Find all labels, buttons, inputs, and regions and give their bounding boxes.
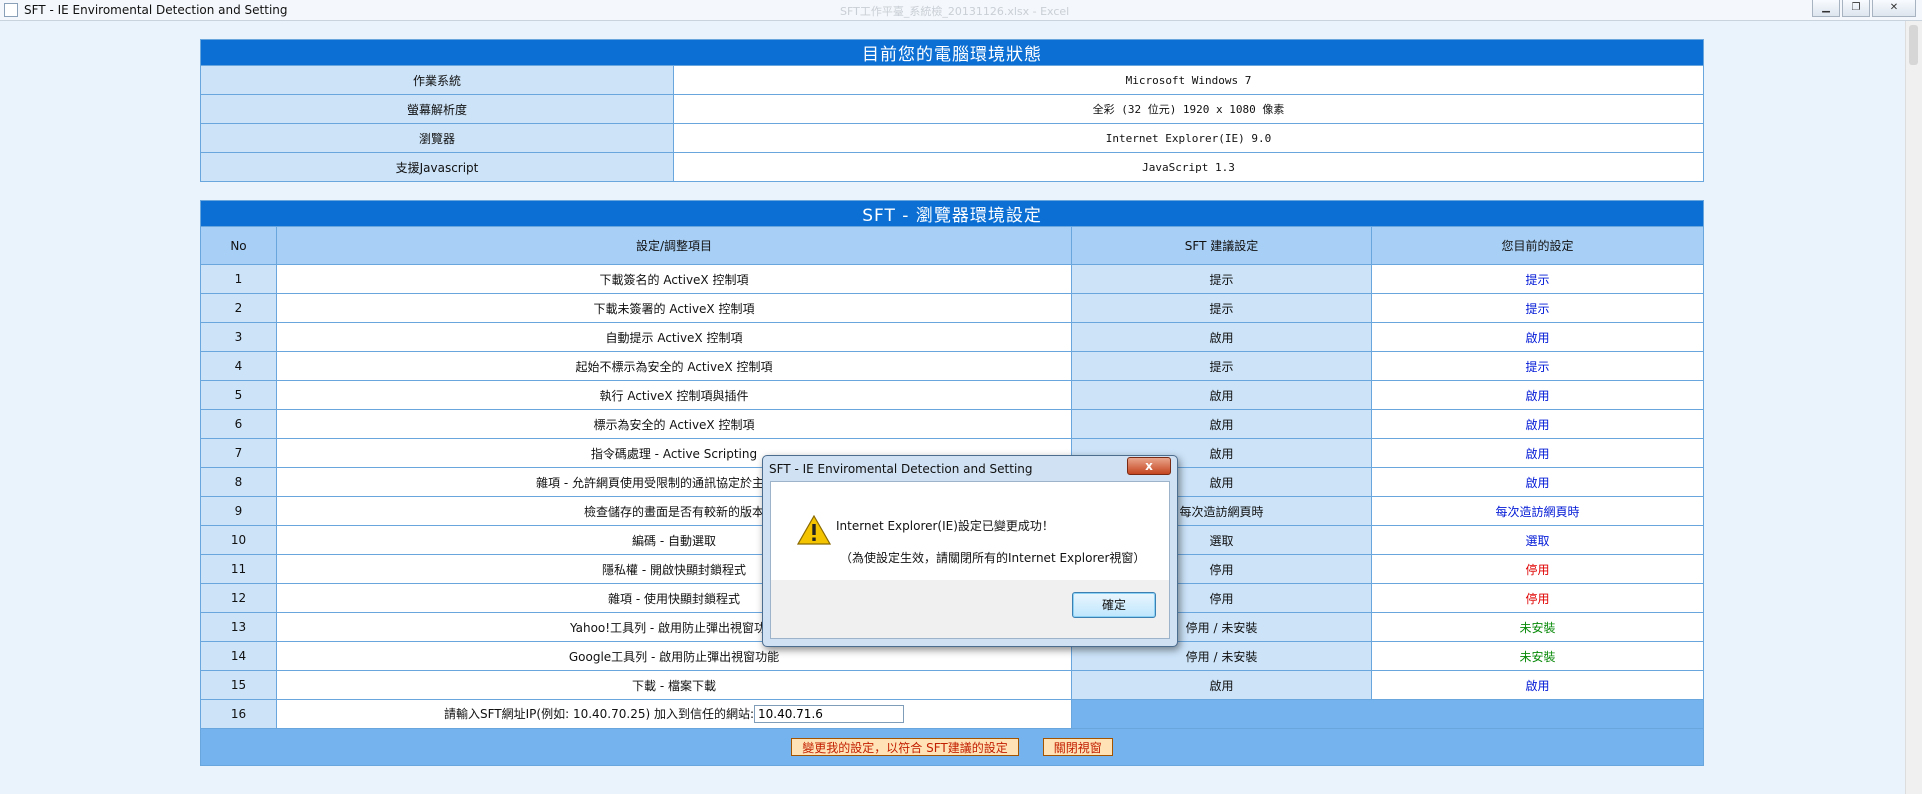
setting-suggested: 啟用 [1071, 380, 1372, 410]
environment-row: 瀏覽器 Internet Explorer(IE) 9.0 [200, 123, 1704, 153]
setting-item: 標示為安全的 ActiveX 控制項 [276, 409, 1072, 439]
setting-number: 13 [200, 612, 277, 642]
setting-item: 執行 ActiveX 控制項與插件 [276, 380, 1072, 410]
window-title: SFT - IE Enviromental Detection and Sett… [24, 3, 288, 17]
setting-number: 5 [200, 380, 277, 410]
setting-suggested: 啟用 [1071, 409, 1372, 439]
environment-row: 作業系統 Microsoft Windows 7 [200, 65, 1704, 95]
environment-row: 螢幕解析度 全彩 (32 位元) 1920 x 1080 像素 [200, 94, 1704, 124]
environment-label: 螢幕解析度 [200, 94, 674, 124]
warning-icon [797, 515, 831, 545]
setting-number: 2 [200, 293, 277, 323]
setting-number: 10 [200, 525, 277, 555]
setting-current: 未安裝 [1370, 641, 1705, 671]
setting-item: 起始不標示為安全的 ActiveX 控制項 [276, 351, 1072, 381]
environment-label: 作業系統 [200, 65, 674, 95]
setting-current: 啟用 [1370, 670, 1705, 700]
setting-number: 1 [200, 264, 277, 294]
environment-heading: 目前您的電腦環境狀態 [200, 39, 1704, 66]
trusted-site-ip-input[interactable] [754, 705, 904, 724]
ip-row-filler [1070, 699, 1705, 729]
setting-number: 14 [200, 641, 277, 671]
close-window-button[interactable]: ✕ [1872, 0, 1916, 17]
vertical-scrollbar[interactable] [1905, 21, 1922, 794]
close-page-button[interactable]: 關閉視窗 [1042, 738, 1113, 756]
maximize-button[interactable]: ❐ [1842, 0, 1870, 17]
setting-item: 自動提示 ActiveX 控制項 [276, 322, 1072, 352]
setting-item: 下載未簽署的 ActiveX 控制項 [276, 293, 1072, 323]
settings-row: 3 自動提示 ActiveX 控制項 啟用 啟用 [200, 322, 1705, 352]
setting-suggested: 提示 [1071, 351, 1372, 381]
setting-number: 8 [200, 467, 277, 497]
app-icon [4, 3, 18, 17]
environment-label: 支援Javascript [200, 152, 674, 182]
setting-number: 6 [200, 409, 277, 439]
environment-value: 全彩 (32 位元) 1920 x 1080 像素 [673, 94, 1704, 124]
setting-current: 停用 [1370, 583, 1705, 613]
setting-current: 每次造訪網頁時 [1370, 496, 1705, 526]
setting-number: 11 [200, 554, 277, 584]
dialog-ok-button[interactable]: 確定 [1072, 592, 1156, 618]
apply-recommended-settings-button[interactable]: 變更我的設定，以符合 SFT建議的設定 [791, 738, 1019, 756]
setting-current: 啟用 [1370, 380, 1705, 410]
setting-number: 9 [200, 496, 277, 526]
environment-value: JavaScript 1.3 [673, 152, 1704, 182]
setting-suggested: 啟用 [1071, 322, 1372, 352]
setting-current: 提示 [1370, 293, 1705, 323]
column-header-current: 您目前的設定 [1370, 226, 1705, 265]
setting-current: 提示 [1370, 351, 1705, 381]
environment-value: Microsoft Windows 7 [673, 65, 1704, 95]
window-titlebar: SFT - IE Enviromental Detection and Sett… [0, 0, 1922, 21]
action-bar: 變更我的設定，以符合 SFT建議的設定 關閉視窗 [199, 728, 1705, 766]
settings-changed-dialog: SFT - IE Enviromental Detection and Sett… [762, 455, 1178, 647]
settings-row: 6 標示為安全的 ActiveX 控制項 啟用 啟用 [200, 409, 1705, 439]
dialog-button-area: 確定 [770, 580, 1170, 639]
settings-row: 2 下載未簽署的 ActiveX 控制項 提示 提示 [200, 293, 1705, 323]
setting-current: 提示 [1370, 264, 1705, 294]
setting-current: 啟用 [1370, 322, 1705, 352]
setting-suggested: 提示 [1071, 293, 1372, 323]
environment-status-table: 目前您的電腦環境狀態 作業系統 Microsoft Windows 7 螢幕解析度全… [200, 39, 1704, 182]
setting-current: 啟用 [1370, 467, 1705, 497]
settings-row: 5 執行 ActiveX 控制項與插件 啟用 啟用 [200, 380, 1705, 410]
scrollbar-thumb[interactable] [1909, 25, 1918, 65]
dialog-title: SFT - IE Enviromental Detection and Sett… [769, 462, 1033, 476]
dialog-body: Internet Explorer(IE)設定已變更成功！ （為使設定生效，請關… [770, 481, 1170, 582]
dialog-message: Internet Explorer(IE)設定已變更成功！ [836, 519, 1054, 533]
column-header-no: No [200, 226, 277, 265]
ip-row-cell: 請輸入SFT網址IP(例如: 10.40.70.25) 加入到信任的網站: [276, 699, 1072, 729]
dialog-note: （為使設定生效，請關閉所有的Internet Explorer視窗） [840, 551, 1146, 565]
setting-current: 選取 [1370, 525, 1705, 555]
environment-label: 瀏覽器 [200, 123, 674, 153]
setting-current: 啟用 [1370, 409, 1705, 439]
ip-row-label: 請輸入SFT網址IP(例如: 10.40.70.25) 加入到信任的網站: [443, 706, 754, 721]
environment-value: Internet Explorer(IE) 9.0 [673, 123, 1704, 153]
dialog-close-button[interactable]: x [1127, 457, 1171, 475]
window-controls: ▁ ❐ ✕ [1810, 0, 1916, 17]
settings-row: 4 起始不標示為安全的 ActiveX 控制項 提示 提示 [200, 351, 1705, 381]
setting-current: 停用 [1370, 554, 1705, 584]
settings-heading: SFT - 瀏覽器環境設定 [199, 200, 1705, 227]
setting-number: 12 [200, 583, 277, 613]
setting-current: 未安裝 [1370, 612, 1705, 642]
setting-current: 啟用 [1370, 438, 1705, 468]
setting-suggested: 啟用 [1071, 670, 1372, 700]
setting-item: 下載 - 檔案下載 [276, 670, 1072, 700]
settings-row: 1 下載簽名的 ActiveX 控制項 提示 提示 [200, 264, 1705, 294]
setting-number: 3 [200, 322, 277, 352]
ip-row-number: 16 [200, 699, 277, 729]
setting-number: 4 [200, 351, 277, 381]
environment-row: 支援Javascript JavaScript 1.3 [200, 152, 1704, 182]
setting-number: 15 [200, 670, 277, 700]
background-window-title: SFT工作平臺_系統檢_20131126.xlsx - Excel [840, 5, 1070, 18]
minimize-button[interactable]: ▁ [1812, 0, 1840, 17]
setting-number: 7 [200, 438, 277, 468]
setting-suggested: 提示 [1071, 264, 1372, 294]
column-header-item: 設定/調整項目 [276, 226, 1072, 265]
settings-row: 15 下載 - 檔案下載 啟用 啟用 [200, 670, 1705, 700]
setting-item: 下載簽名的 ActiveX 控制項 [276, 264, 1072, 294]
column-header-suggested: SFT 建議設定 [1071, 226, 1372, 265]
